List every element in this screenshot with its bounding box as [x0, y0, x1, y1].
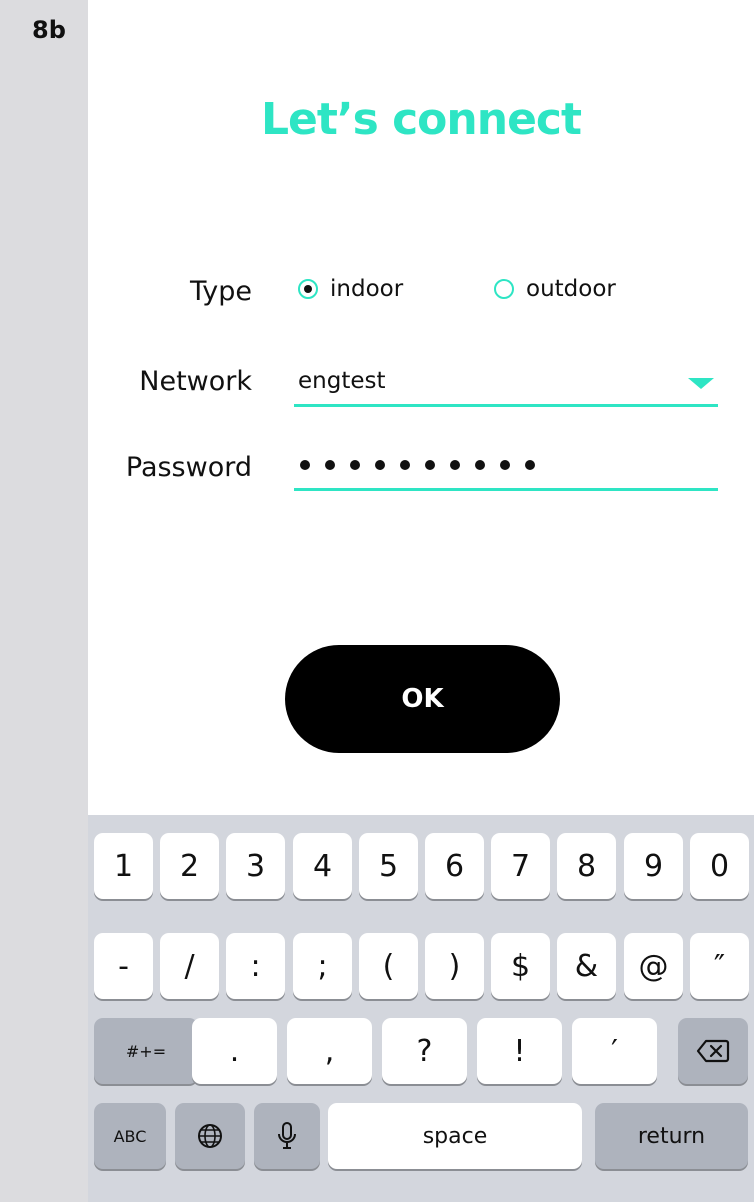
dropdown-arrow-icon: [688, 378, 714, 389]
app-screen: Let’s connect Type indoor outdoor Networ…: [88, 0, 754, 1202]
type-label: Type: [189, 276, 252, 307]
space-key[interactable]: space: [328, 1103, 582, 1169]
password-dot: [500, 460, 510, 470]
password-mask: [300, 460, 535, 470]
password-dot: [450, 460, 460, 470]
password-dot: [525, 460, 535, 470]
radio-indoor-label: indoor: [330, 276, 404, 302]
symbol-key[interactable]: ;: [293, 933, 352, 999]
radio-unselected-icon: [494, 279, 514, 299]
backspace-icon: [696, 1039, 730, 1063]
digit-key[interactable]: 9: [624, 833, 683, 899]
symbol-key[interactable]: -: [94, 933, 153, 999]
password-dot: [425, 460, 435, 470]
network-dropdown[interactable]: engtest: [294, 366, 718, 407]
password-dot: [325, 460, 335, 470]
password-dot: [350, 460, 360, 470]
punctuation-key[interactable]: !: [477, 1018, 562, 1084]
symbol-key[interactable]: &: [557, 933, 616, 999]
radio-outdoor-label: outdoor: [526, 276, 616, 302]
ok-button[interactable]: OK: [285, 645, 560, 753]
symbol-key[interactable]: :: [226, 933, 285, 999]
digit-key[interactable]: 3: [226, 833, 285, 899]
digit-key[interactable]: 5: [359, 833, 418, 899]
symbol-key[interactable]: $: [491, 933, 550, 999]
radio-outdoor[interactable]: outdoor: [494, 276, 616, 302]
password-dot: [475, 460, 485, 470]
punctuation-key[interactable]: .: [192, 1018, 277, 1084]
return-key[interactable]: return: [595, 1103, 748, 1169]
microphone-icon: [278, 1122, 296, 1149]
numeric-keyboard: #+= ABC space return 1 2 3 4 5 6 7 8 9 0 - /:;() $ & @…: [88, 815, 754, 1202]
delete-key[interactable]: [678, 1018, 748, 1084]
password-label: Password: [125, 452, 252, 483]
abc-key[interactable]: ABC: [94, 1103, 166, 1169]
digit-key[interactable]: 7: [491, 833, 550, 899]
digit-key[interactable]: 0: [690, 833, 749, 899]
page-title: Let’s connect: [260, 94, 582, 145]
digit-key[interactable]: 1: [94, 833, 153, 899]
step-label: 8b: [32, 16, 66, 44]
network-value: engtest: [298, 368, 386, 394]
password-dot: [375, 460, 385, 470]
punctuation-key[interactable]: ,: [287, 1018, 372, 1084]
radio-selected-icon: [298, 279, 318, 299]
symbols-toggle-key[interactable]: #+=: [94, 1018, 198, 1084]
digit-key[interactable]: 2: [160, 833, 219, 899]
network-label: Network: [139, 366, 252, 397]
digit-key[interactable]: 8: [557, 833, 616, 899]
symbol-key[interactable]: ): [425, 933, 484, 999]
password-dot: [400, 460, 410, 470]
globe-icon: [198, 1124, 222, 1148]
password-field[interactable]: [294, 452, 718, 491]
digit-key[interactable]: 6: [425, 833, 484, 899]
symbol-key[interactable]: (: [359, 933, 418, 999]
punctuation-key[interactable]: ′: [572, 1018, 657, 1084]
password-dot: [300, 460, 310, 470]
symbol-key[interactable]: @: [624, 933, 683, 999]
radio-indoor[interactable]: indoor: [298, 276, 403, 302]
microphone-key[interactable]: [254, 1103, 320, 1169]
digit-key[interactable]: 4: [293, 833, 352, 899]
punctuation-key[interactable]: ?: [382, 1018, 467, 1084]
symbol-key[interactable]: /: [160, 933, 219, 999]
symbol-key[interactable]: ″: [690, 933, 749, 999]
globe-key[interactable]: [175, 1103, 245, 1169]
